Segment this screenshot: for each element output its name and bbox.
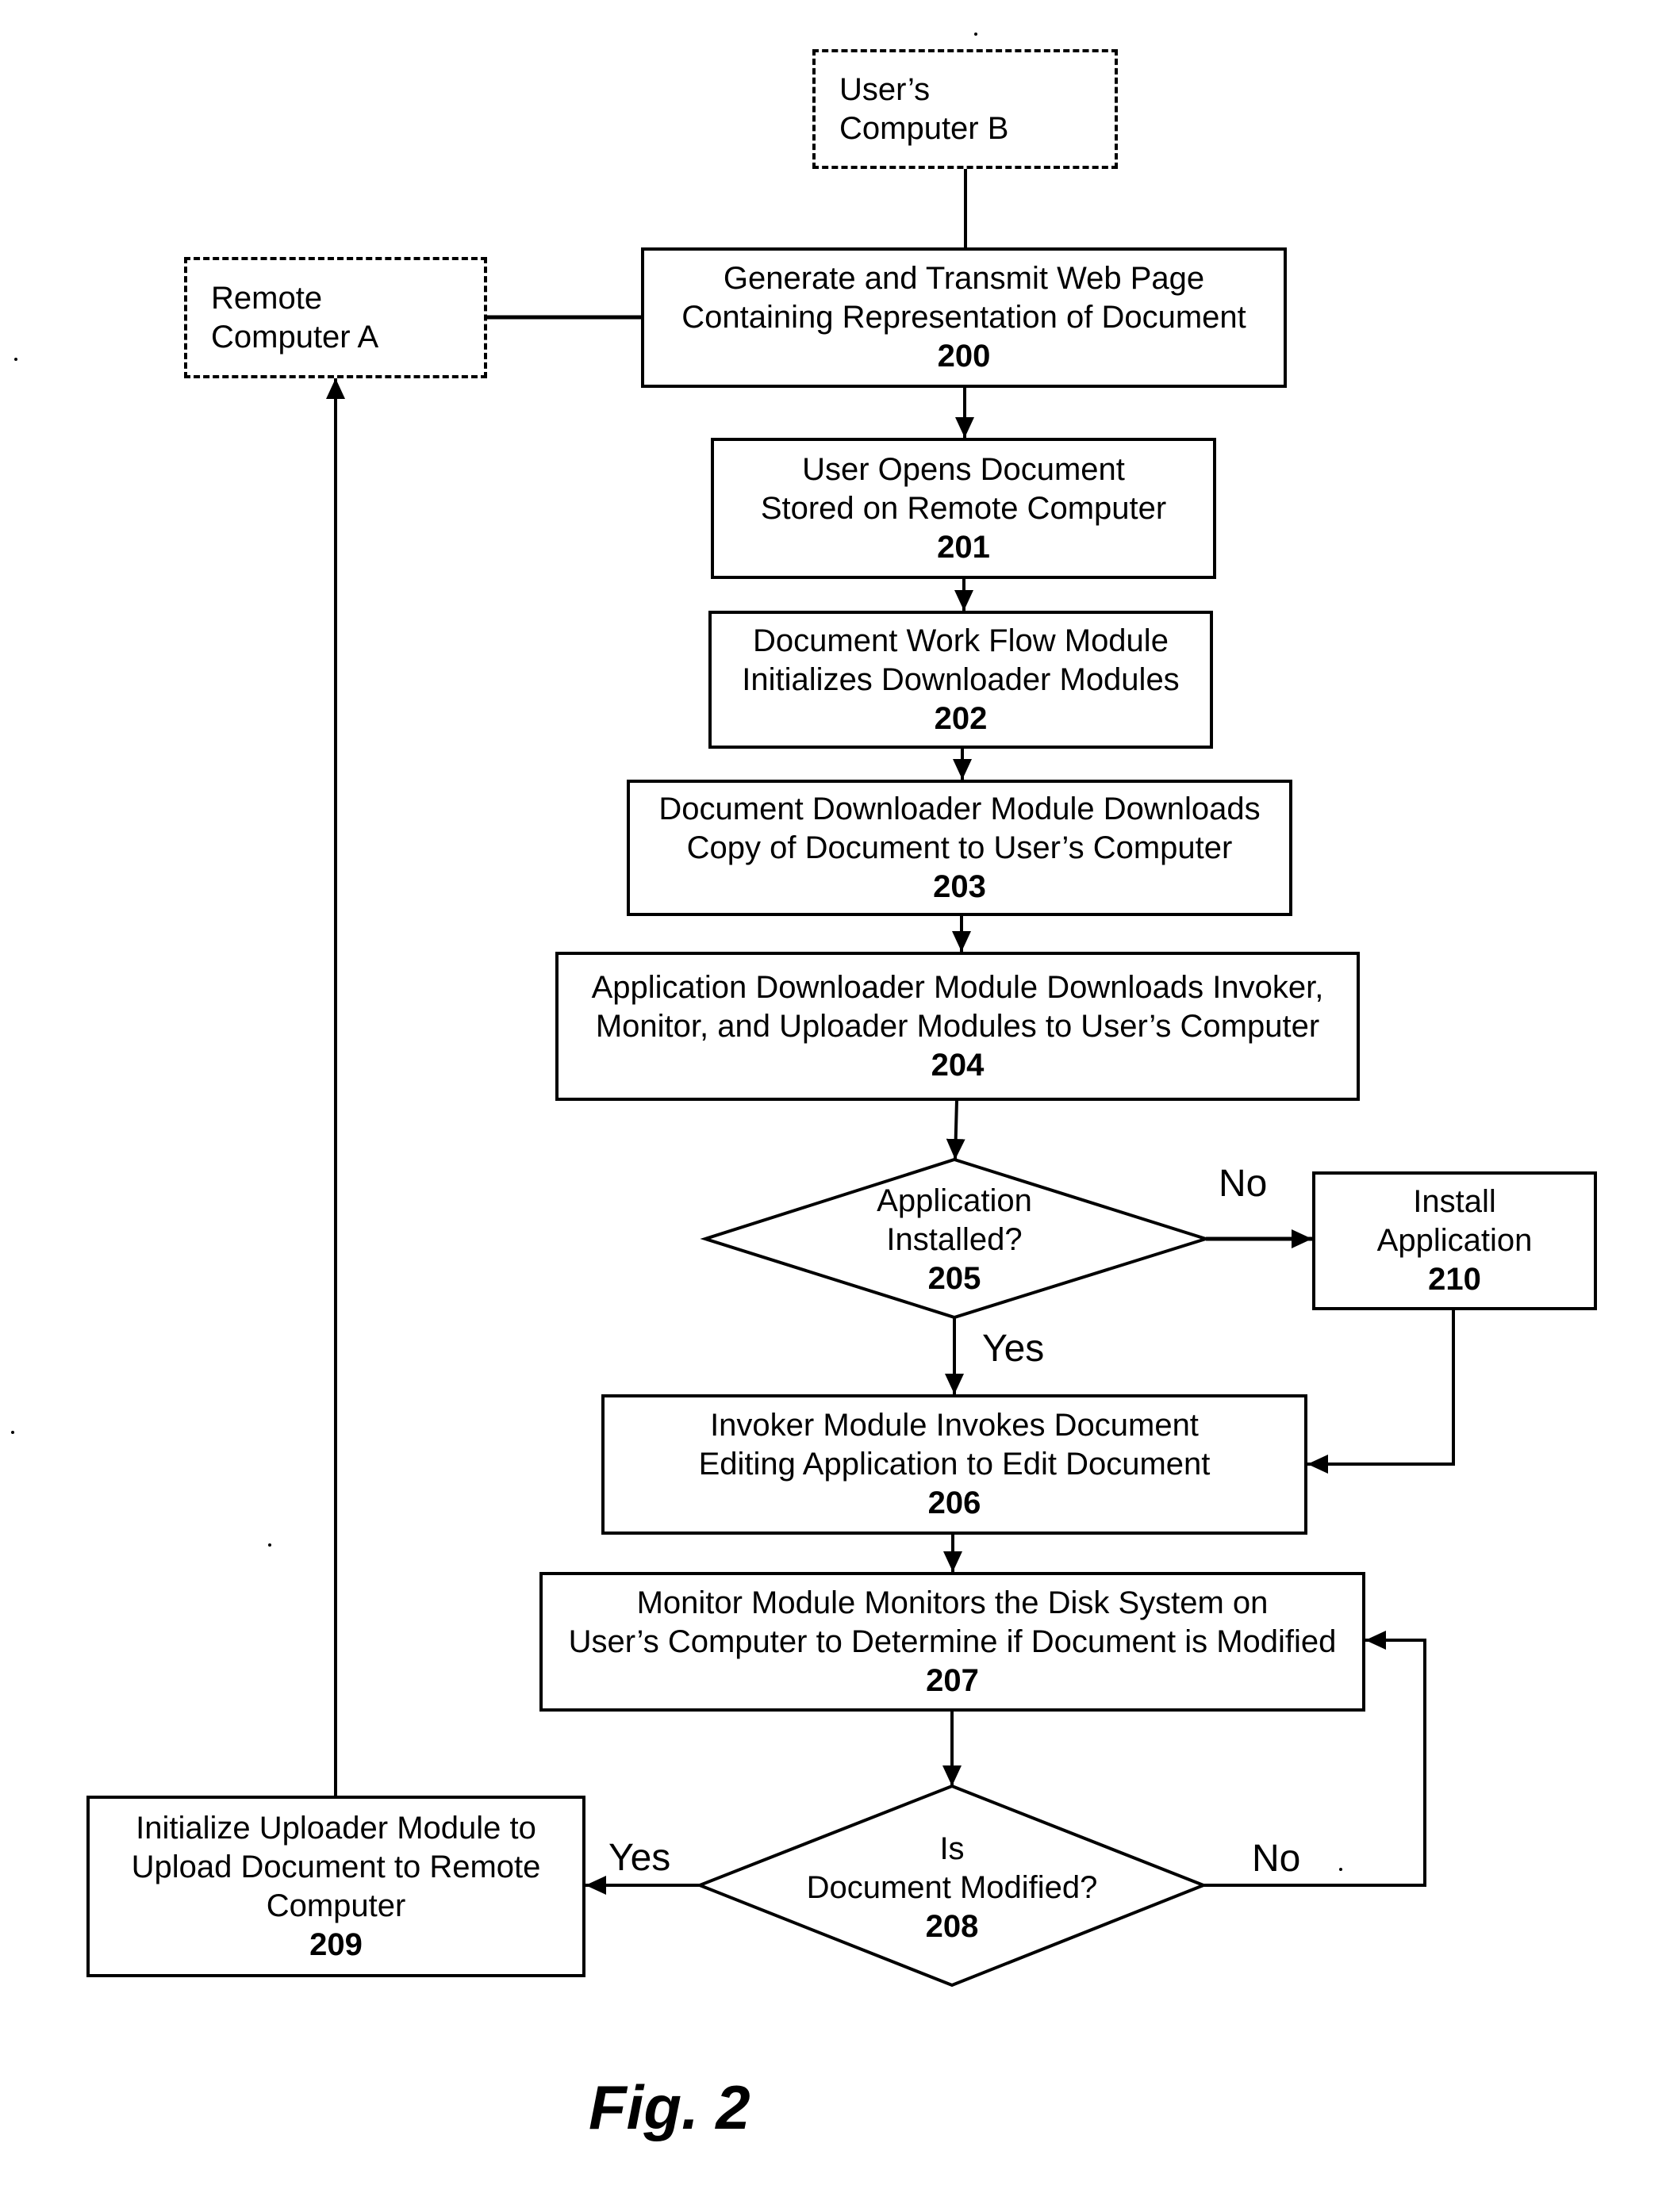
node-remote-computer-a: Remote Computer A xyxy=(184,257,487,378)
node-step-206: Invoker Module Invokes Document Editing … xyxy=(601,1394,1307,1535)
node-text-line: Application xyxy=(1376,1223,1533,1258)
node-reference-number: 205 xyxy=(927,1260,981,1296)
scan-speck xyxy=(11,1431,14,1434)
node-decision-208: Is Document Modified? 208 xyxy=(754,1824,1150,1951)
node-reference-number: 202 xyxy=(934,700,988,736)
node-text-line: Remote xyxy=(211,280,323,316)
node-step-202: Document Work Flow Module Initializes Do… xyxy=(708,611,1213,749)
node-text-line: Initialize Uploader Module to xyxy=(136,1810,536,1846)
node-text-line: User’s Computer to Determine if Document… xyxy=(568,1624,1337,1659)
edge-210-206 xyxy=(1307,1309,1455,1474)
node-reference-number: 206 xyxy=(927,1486,981,1520)
node-reference-number: 204 xyxy=(931,1047,985,1083)
node-text-line: Computer A xyxy=(211,319,379,355)
node-decision-205: Application Installed? 205 xyxy=(796,1172,1113,1307)
node-step-210: Install Application 210 xyxy=(1312,1171,1597,1310)
edge-label-205-no: No xyxy=(1219,1163,1268,1205)
scan-speck xyxy=(268,1543,271,1547)
node-text-line: Document Modified? xyxy=(806,1869,1098,1905)
scan-speck xyxy=(974,33,977,36)
node-text-line: Application xyxy=(877,1183,1032,1218)
edge-204-205 xyxy=(946,1099,965,1160)
node-users-computer-b: User’s Computer B xyxy=(812,49,1118,169)
scan-speck xyxy=(1339,1868,1342,1871)
node-reference-number: 208 xyxy=(925,1908,979,1944)
node-text-line: Computer B xyxy=(839,110,1009,146)
node-step-203: Document Downloader Module Downloads Cop… xyxy=(627,780,1292,916)
node-step-200: Generate and Transmit Web Page Containin… xyxy=(641,247,1287,388)
node-text-line: Installed? xyxy=(886,1221,1023,1257)
node-text-line: Document Work Flow Module xyxy=(753,623,1169,658)
node-text-line: Copy of Document to User’s Computer xyxy=(686,830,1233,865)
node-text-line: Editing Application to Edit Document xyxy=(698,1447,1211,1482)
edge-label-205-yes: Yes xyxy=(982,1328,1045,1370)
node-text-line: Is xyxy=(939,1831,965,1866)
node-text-line: Generate and Transmit Web Page xyxy=(723,261,1205,296)
node-text-line: Document Downloader Module Downloads xyxy=(658,791,1261,826)
node-reference-number: 203 xyxy=(933,868,986,904)
node-text-line: Install xyxy=(1413,1184,1496,1219)
edge-label-208-no: No xyxy=(1252,1838,1301,1880)
node-reference-number: 207 xyxy=(926,1662,979,1698)
node-reference-number: 200 xyxy=(937,339,991,374)
node-step-201: User Opens Document Stored on Remote Com… xyxy=(711,438,1216,579)
node-text-line: Monitor Module Monitors the Disk System … xyxy=(636,1585,1269,1620)
node-text-line: User Opens Document xyxy=(802,451,1125,487)
node-text-line: User’s xyxy=(839,71,931,107)
node-step-209: Initialize Uploader Module to Upload Doc… xyxy=(86,1796,585,1977)
node-step-207: Monitor Module Monitors the Disk System … xyxy=(539,1572,1365,1712)
node-text-line: Application Downloader Module Downloads … xyxy=(591,969,1324,1005)
node-text-line: Monitor, and Uploader Modules to User’s … xyxy=(595,1008,1320,1044)
node-text-line: Computer xyxy=(266,1888,406,1923)
node-text-line: Initializes Downloader Modules xyxy=(742,661,1180,697)
node-text-line: Invoker Module Invokes Document xyxy=(710,1408,1199,1443)
node-text-line: Stored on Remote Computer xyxy=(760,490,1167,526)
figure-caption: Fig. 2 xyxy=(589,2072,750,2142)
node-text-line: Upload Document to Remote xyxy=(131,1849,541,1884)
node-reference-number: 201 xyxy=(937,529,990,565)
node-step-204: Application Downloader Module Downloads … xyxy=(555,952,1360,1101)
scan-speck xyxy=(14,358,17,361)
node-text-line: Containing Representation of Document xyxy=(681,300,1246,335)
edge-label-208-yes: Yes xyxy=(608,1837,671,1879)
node-reference-number: 210 xyxy=(1428,1262,1481,1297)
node-reference-number: 209 xyxy=(309,1926,363,1962)
